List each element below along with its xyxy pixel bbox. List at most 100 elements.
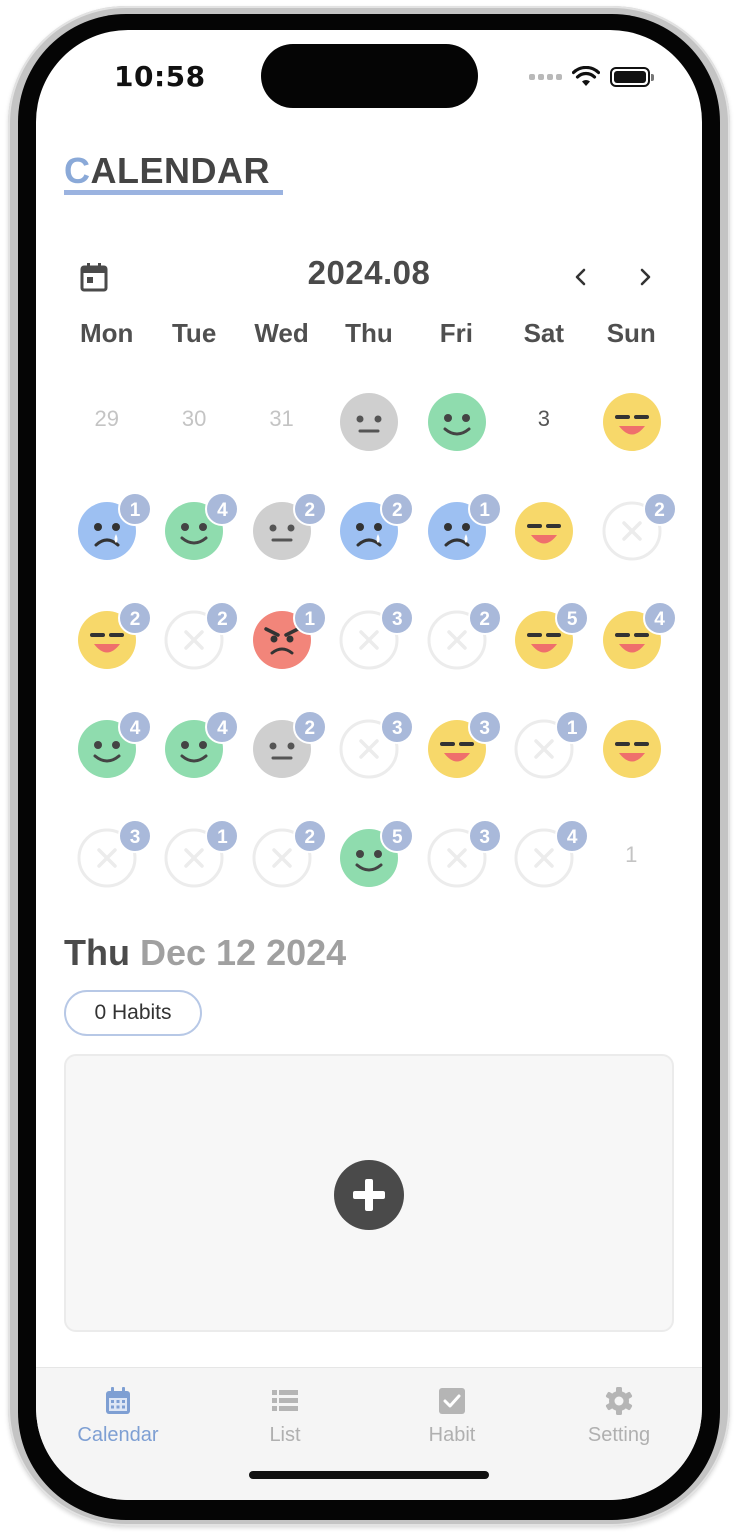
home-indicator[interactable] [249, 1471, 489, 1479]
calendar-day-cell[interactable]: 2 [63, 596, 152, 705]
habit-count-badge: 5 [555, 601, 590, 635]
calendar-day-cell[interactable]: 31 [238, 378, 325, 487]
habit-count-badge: 2 [642, 492, 677, 526]
calendar-day-cell[interactable] [500, 487, 587, 596]
calendar-day-cell[interactable]: 4 [500, 814, 590, 923]
calendar-day-cell[interactable]: 2 [413, 596, 502, 705]
calendar-day-cell[interactable]: 4 [63, 705, 152, 814]
tab-label: Habit [428, 1424, 476, 1446]
cellular-signal-icon [529, 74, 562, 80]
smug-mood-icon [513, 500, 575, 562]
habit-count-badge: 4 [205, 492, 240, 526]
weekday-label: Mon [80, 318, 134, 348]
title-underline [64, 190, 283, 195]
dynamic-island [261, 44, 478, 108]
list-icon [272, 1390, 298, 1411]
calendar-day-cell[interactable]: 3 [413, 705, 502, 814]
calendar-day-cell[interactable]: 2 [325, 487, 415, 596]
calendar-day-cell[interactable]: 3 [413, 814, 502, 923]
tab-habit[interactable]: Habit [382, 1386, 522, 1447]
habit-count-badge: 3 [467, 710, 502, 744]
habits-count-badge[interactable]: 0 Habits [64, 990, 202, 1036]
page-title: CALENDAR [64, 150, 270, 191]
habit-count-badge: 1 [118, 492, 152, 526]
calendar-day-cell[interactable]: 5 [325, 814, 415, 923]
calendar-day-cell[interactable]: 3 [325, 705, 415, 814]
tab-label: List [269, 1424, 301, 1446]
habit-count-badge: 2 [380, 492, 415, 526]
weekday-header-row: Mon Tue Wed Thu Fri Sat Sun [63, 318, 675, 349]
habit-count-badge: 1 [555, 710, 590, 744]
calendar-week-row: 1 4 2 2 1 2 [63, 487, 677, 596]
month-label: 2024.08 [307, 254, 431, 291]
add-habit-button[interactable] [334, 1160, 404, 1230]
habit-count-badge: 2 [292, 819, 327, 853]
habit-count-badge: 1 [205, 819, 240, 853]
calendar-day-cell[interactable]: 1 [63, 487, 152, 596]
happy-mood-icon [426, 391, 488, 453]
wifi-icon [572, 66, 600, 86]
calendar-day-cell[interactable]: 2 [150, 596, 240, 705]
calendar-day-cell[interactable]: 3 [500, 378, 587, 487]
next-month-button[interactable] [632, 264, 658, 290]
habit-count-badge: 3 [380, 601, 415, 635]
calendar-day-cell[interactable]: 4 [150, 705, 240, 814]
calendar-day-cell[interactable] [325, 378, 412, 487]
day-number: 31 [269, 406, 294, 431]
calendar-day-cell[interactable]: 2 [238, 814, 327, 923]
calendar-day-cell[interactable]: 5 [500, 596, 590, 705]
habit-count-badge: 4 [205, 710, 240, 744]
calendar-day-cell[interactable]: 1 [150, 814, 240, 923]
calendar-week-row: 3 1 2 5 3 4 1 [63, 814, 675, 923]
calendar-day-cell[interactable]: 3 [325, 596, 415, 705]
tab-label: Calendar [77, 1424, 159, 1446]
calendar-day-cell[interactable]: 1 [413, 487, 502, 596]
weekday-label: Tue [171, 318, 217, 348]
weekday-label: Fri [439, 318, 474, 348]
habit-list-panel [64, 1054, 674, 1332]
calendar-day-cell[interactable] [413, 378, 500, 487]
habit-count-badge: 2 [205, 601, 240, 635]
calendar-day-cell[interactable]: 1 [588, 814, 675, 923]
habit-count-badge: 4 [555, 819, 590, 853]
tab-setting[interactable]: Setting [549, 1386, 689, 1447]
calendar-day-cell[interactable]: 30 [150, 378, 237, 487]
habit-count-badge: 3 [380, 710, 415, 744]
weekday-label: Wed [254, 318, 309, 348]
weekday-label: Sat [523, 318, 565, 348]
calendar-grid: 29 30 31 3 1 4 2 2 1 2 2 2 1 3 2 5 4 4 4 2 3 3 1 3 1 2 5 3 4 1 [63, 378, 677, 923]
weekday-label: Thu [345, 318, 393, 348]
app-screen: 10:58 CALENDAR 2024.08 Mon Tue Wed Thu F… [36, 30, 702, 1500]
status-time: 10:58 [114, 60, 206, 93]
habit-count-badge: 3 [467, 819, 502, 853]
tab-calendar[interactable]: Calendar [48, 1386, 188, 1447]
previous-month-button[interactable] [568, 264, 594, 290]
calendar-day-cell[interactable]: 2 [238, 487, 327, 596]
calendar-day-cell[interactable]: 2 [588, 487, 677, 596]
tab-list[interactable]: List [215, 1386, 355, 1447]
calendar-day-cell[interactable]: 1 [238, 596, 327, 705]
habit-count-badge: 2 [292, 492, 327, 526]
habit-count-badge: 2 [292, 710, 327, 744]
battery-icon [610, 67, 654, 87]
neutral-mood-icon [338, 391, 400, 453]
habit-count-badge: 1 [292, 601, 327, 635]
day-number: 30 [181, 406, 207, 431]
calendar-day-cell[interactable]: 1 [500, 705, 590, 814]
calendar-day-cell[interactable] [588, 705, 675, 814]
bottom-tab-bar: Calendar List Habit Setting [36, 1367, 702, 1500]
calendar-icon [106, 1387, 130, 1414]
selected-weekday: Thu [64, 932, 130, 973]
selected-date: Dec 12 2024 [139, 932, 347, 973]
calendar-day-cell[interactable]: 2 [238, 705, 327, 814]
habit-count-badge: 4 [118, 710, 152, 744]
calendar-day-cell[interactable]: 4 [150, 487, 240, 596]
calendar-week-row: 4 4 2 3 3 1 [63, 705, 675, 814]
calendar-day-cell[interactable]: 29 [63, 378, 150, 487]
calendar-day-cell[interactable]: 4 [588, 596, 677, 705]
calendar-day-cell[interactable] [588, 378, 675, 487]
day-number: 29 [94, 406, 119, 431]
status-icons [529, 66, 654, 88]
calendar-day-cell[interactable]: 3 [63, 814, 152, 923]
calendar-week-row: 29 30 31 3 [63, 378, 675, 487]
